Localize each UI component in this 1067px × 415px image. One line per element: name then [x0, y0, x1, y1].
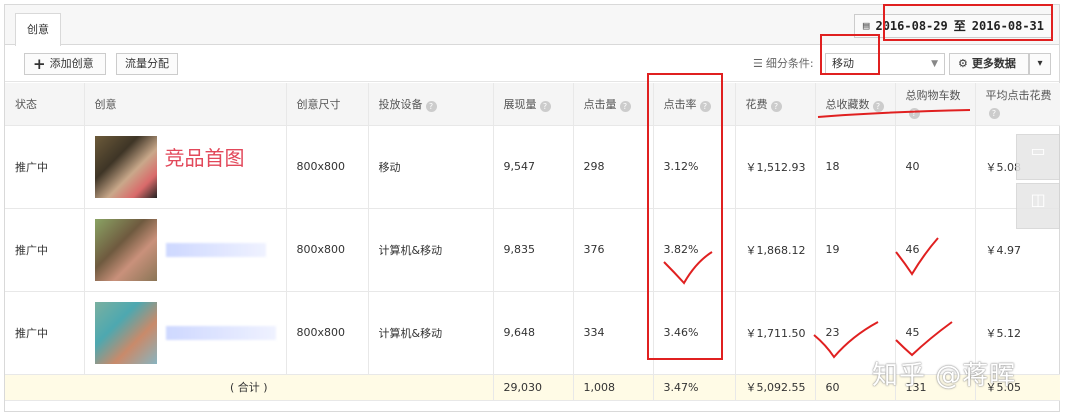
cost-cell: ￥1,711.50: [735, 291, 816, 375]
table-header-row: 状态 创意 创意尺寸 投放设备? 展现量? 点击量? 点击率? 花费? 总收藏数…: [5, 83, 1060, 126]
status-cell: 推广中: [5, 125, 85, 209]
col-size[interactable]: 创意尺寸: [286, 83, 369, 126]
creative-thumbnail[interactable]: [94, 301, 157, 364]
tab-creative[interactable]: 创意: [15, 13, 61, 46]
impressions-cell: 9,835: [493, 208, 574, 292]
col-carts[interactable]: 总购物车数?: [895, 83, 976, 126]
device-cell: 移动: [368, 125, 494, 209]
col-impressions[interactable]: 展现量?: [493, 83, 574, 126]
more-data-dropdown[interactable]: ▾: [1029, 53, 1051, 75]
col-device[interactable]: 投放设备?: [368, 83, 494, 126]
help-icon[interactable]: ?: [988, 107, 1000, 119]
add-creative-button[interactable]: + 添加创意: [24, 53, 106, 75]
favorites-cell: 19: [815, 208, 896, 292]
col-cpc[interactable]: 平均点击花费?: [975, 83, 1060, 126]
carts-cell: 46: [895, 208, 976, 292]
device-cell: 计算机&移动: [368, 208, 494, 292]
clicks-cell: 334: [573, 291, 654, 375]
plus-icon: +: [33, 55, 46, 73]
total-ctr: 3.47%: [653, 374, 736, 401]
size-cell: 800x800: [286, 125, 369, 209]
more-data-label: 更多数据: [971, 57, 1016, 70]
total-label: ( 合计 ): [5, 374, 494, 401]
annotation-box-segment: [820, 34, 880, 75]
add-creative-label: 添加创意: [49, 57, 94, 70]
gear-icon: ⚙: [958, 57, 968, 70]
table-row: 推广中 800x800 计算机&移动 9,835 376 3.82% ￥1,86…: [5, 208, 1060, 292]
impressions-cell: 9,648: [493, 291, 574, 375]
creative-thumbnail[interactable]: [94, 135, 157, 198]
help-icon[interactable]: ?: [770, 100, 782, 112]
clicks-cell: 298: [573, 125, 654, 209]
monitor-icon: ▭: [1030, 141, 1046, 160]
cost-cell: ￥1,868.12: [735, 208, 816, 292]
col-clicks[interactable]: 点击量?: [573, 83, 654, 126]
traffic-allocation-button[interactable]: 流量分配: [116, 53, 178, 75]
segment-filter-label: ☰ 细分条件:: [753, 54, 814, 74]
annotation-box-ctr: [647, 73, 723, 360]
segment-filter-text: 细分条件:: [765, 57, 814, 70]
help-icon[interactable]: ?: [872, 100, 884, 112]
help-icon[interactable]: ?: [425, 100, 437, 112]
total-impressions: 29,030: [493, 374, 574, 401]
carts-cell: 40: [895, 125, 976, 209]
creative-report-panel: 创意 ▤ 2016-08-29 至 2016-08-31 + 添加创意 流量分配…: [4, 4, 1060, 412]
creative-cell[interactable]: [84, 291, 287, 375]
chart-icon: ◫: [1030, 190, 1046, 209]
device-cell: 计算机&移动: [368, 291, 494, 375]
table-row: 推广中 竞品首图 800x800 移动 9,547 298 3.12% ￥1,5…: [5, 125, 1060, 209]
col-status[interactable]: 状态: [5, 83, 85, 126]
creative-cell[interactable]: 竞品首图: [84, 125, 287, 209]
chevron-down-icon: ▾: [1037, 58, 1043, 69]
help-icon[interactable]: ?: [908, 107, 920, 119]
help-icon[interactable]: ?: [539, 100, 551, 112]
status-cell: 推广中: [5, 291, 85, 375]
col-favorites[interactable]: 总收藏数?: [815, 83, 896, 126]
clicks-cell: 376: [573, 208, 654, 292]
traffic-allocation-label: 流量分配: [125, 57, 169, 70]
favorites-cell: 18: [815, 125, 896, 209]
creative-table: 状态 创意 创意尺寸 投放设备? 展现量? 点击量? 点击率? 花费? 总收藏数…: [5, 83, 1060, 401]
col-creative[interactable]: 创意: [84, 83, 287, 126]
list-icon: ☰: [753, 57, 763, 70]
total-cost: ￥5,092.55: [735, 374, 816, 401]
side-widget-chart[interactable]: ◫: [1016, 183, 1060, 229]
status-cell: 推广中: [5, 208, 85, 292]
creative-thumbnail[interactable]: [94, 218, 157, 281]
more-data-button[interactable]: ⚙ 更多数据: [949, 53, 1029, 75]
impressions-cell: 9,547: [493, 125, 574, 209]
size-cell: 800x800: [286, 291, 369, 375]
total-clicks: 1,008: [573, 374, 654, 401]
annotation-box-date: [883, 4, 1053, 41]
size-cell: 800x800: [286, 208, 369, 292]
side-widget-monitor[interactable]: ▭: [1016, 134, 1060, 180]
watermark: 知乎 @蒋晖: [872, 361, 1017, 391]
creative-cell[interactable]: [84, 208, 287, 292]
toolbar: + 添加创意 流量分配 ☰ 细分条件: 移动 ▼ ⚙ 更多数据 ▾: [5, 46, 1059, 82]
creative-annotation: 竞品首图: [164, 145, 245, 170]
help-icon[interactable]: ?: [619, 100, 631, 112]
chevron-down-icon: ▼: [931, 59, 938, 69]
cost-cell: ￥1,512.93: [735, 125, 816, 209]
blurred-creative-title: [166, 242, 266, 257]
blurred-creative-title: [166, 325, 276, 340]
col-cost[interactable]: 花费?: [735, 83, 816, 126]
